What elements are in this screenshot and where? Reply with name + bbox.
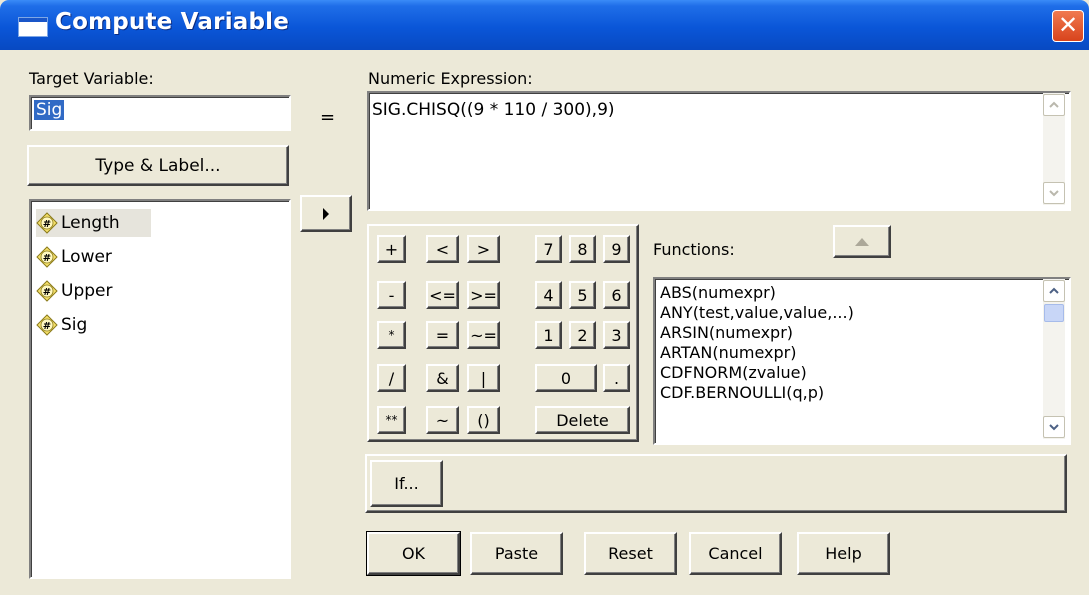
- title-bar[interactable]: Compute Variable ✕: [0, 0, 1089, 50]
- keypad-key[interactable]: <: [426, 235, 459, 263]
- move-to-expression-button[interactable]: [300, 195, 352, 232]
- svg-text:#: #: [43, 253, 51, 264]
- numeric-expression-value: SIG.CHISQ((9 * 110 / 300),9): [372, 100, 615, 120]
- function-items: ABS(numexpr) ANY(test,value,value,...) ARS…: [660, 283, 854, 403]
- target-variable-value: Sig: [34, 100, 65, 120]
- functions-scroll-down-button[interactable]: [1043, 416, 1065, 438]
- variable-item[interactable]: # Length: [36, 209, 151, 237]
- keypad-key[interactable]: 4: [535, 281, 562, 309]
- window-icon: [18, 17, 48, 37]
- keypad-key[interactable]: =: [426, 321, 459, 349]
- keypad-key[interactable]: 1: [535, 321, 562, 349]
- scroll-up-button[interactable]: [1043, 94, 1065, 116]
- keypad-key[interactable]: >=: [467, 281, 500, 309]
- chevron-up-icon: [1049, 101, 1059, 108]
- numeric-expression-input[interactable]: SIG.CHISQ((9 * 110 / 300),9): [367, 91, 1071, 211]
- variable-name: Length: [61, 213, 120, 233]
- variable-item[interactable]: # Upper: [36, 277, 236, 305]
- keypad-key[interactable]: 9: [603, 235, 630, 263]
- variable-list[interactable]: # Length # Lower # Upper # Sig: [29, 199, 291, 579]
- functions-label: Functions:: [653, 240, 735, 259]
- keypad-key[interactable]: 5: [569, 281, 596, 309]
- variable-item[interactable]: # Lower: [36, 243, 236, 271]
- keypad-key[interactable]: |: [467, 364, 500, 392]
- numeric-expression-label: Numeric Expression:: [368, 69, 533, 88]
- keypad-key[interactable]: .: [603, 364, 630, 392]
- keypad-key[interactable]: (): [467, 406, 500, 434]
- ok-button[interactable]: OK: [366, 531, 461, 576]
- calculator-keypad: + < >7 8 9 - <= >= 4 5 6 * = ~= 1 2 3 /& | 0. ** ~ () Delete: [367, 224, 639, 442]
- keypad-key[interactable]: +: [377, 235, 406, 263]
- type-label-button[interactable]: Type & Label...: [27, 145, 289, 186]
- compute-variable-dialog: Compute Variable ✕ Target Variable: Sig …: [0, 0, 1089, 595]
- triangle-up-icon: [855, 237, 869, 246]
- keypad-key[interactable]: ~: [426, 406, 459, 434]
- keypad-key[interactable]: 7: [535, 235, 562, 263]
- close-button[interactable]: ✕: [1052, 10, 1084, 42]
- function-item[interactable]: CDFNORM(zvalue): [660, 363, 854, 383]
- function-item[interactable]: ARTAN(numexpr): [660, 343, 854, 363]
- if-panel: If...: [365, 454, 1067, 513]
- keypad-key[interactable]: 0: [535, 364, 597, 392]
- keypad-key[interactable]: 8: [569, 235, 596, 263]
- reset-button[interactable]: Reset: [584, 532, 677, 575]
- numeric-variable-icon: #: [36, 212, 58, 234]
- keypad-key[interactable]: 6: [603, 281, 630, 309]
- svg-text:#: #: [43, 321, 51, 332]
- cancel-button[interactable]: Cancel: [689, 532, 782, 575]
- function-item[interactable]: ARSIN(numexpr): [660, 323, 854, 343]
- numeric-variable-icon: #: [36, 280, 58, 302]
- arrow-right-icon: [323, 207, 329, 220]
- help-button[interactable]: Help: [797, 532, 890, 575]
- variable-name: Upper: [61, 281, 113, 301]
- target-variable-input[interactable]: Sig: [29, 95, 291, 131]
- functions-scroll-up-button[interactable]: [1043, 280, 1065, 302]
- functions-scrollbar[interactable]: [1043, 279, 1065, 439]
- numeric-variable-icon: #: [36, 314, 58, 336]
- target-variable-label: Target Variable:: [29, 69, 154, 88]
- expression-scrollbar[interactable]: [1043, 93, 1065, 205]
- functions-list[interactable]: ABS(numexpr) ANY(test,value,value,...) ARS…: [653, 277, 1071, 445]
- svg-text:#: #: [43, 287, 51, 298]
- keypad-key[interactable]: >: [467, 235, 500, 263]
- variable-item[interactable]: # Sig: [36, 311, 236, 339]
- equals-sign: =: [320, 107, 336, 128]
- paste-button[interactable]: Paste: [470, 532, 563, 575]
- insert-function-button[interactable]: [833, 225, 891, 258]
- chevron-up-icon: [1049, 287, 1059, 294]
- chevron-down-icon: [1049, 190, 1059, 197]
- keypad-key[interactable]: 3: [603, 321, 630, 349]
- functions-scroll-thumb[interactable]: [1044, 304, 1064, 322]
- keypad-key[interactable]: ~=: [467, 321, 500, 349]
- numeric-variable-icon: #: [36, 246, 58, 268]
- svg-text:#: #: [43, 219, 51, 230]
- if-button[interactable]: If...: [370, 460, 443, 507]
- keypad-key[interactable]: -: [377, 281, 406, 309]
- variable-name: Lower: [61, 247, 112, 267]
- chevron-down-icon: [1049, 424, 1059, 431]
- keypad-key[interactable]: &: [426, 364, 459, 392]
- window-title: Compute Variable: [55, 9, 290, 35]
- function-item[interactable]: ABS(numexpr): [660, 283, 854, 303]
- function-item[interactable]: CDF.BERNOULLI(q,p): [660, 383, 854, 403]
- variable-name: Sig: [61, 315, 88, 335]
- function-item[interactable]: ANY(test,value,value,...): [660, 303, 854, 323]
- keypad-key[interactable]: *: [377, 321, 406, 349]
- keypad-key[interactable]: 2: [569, 321, 596, 349]
- keypad-key[interactable]: Delete: [535, 406, 630, 434]
- keypad-key[interactable]: /: [377, 364, 406, 392]
- keypad-key[interactable]: <=: [426, 281, 459, 309]
- scroll-down-button[interactable]: [1043, 182, 1065, 204]
- keypad-key[interactable]: **: [377, 406, 406, 434]
